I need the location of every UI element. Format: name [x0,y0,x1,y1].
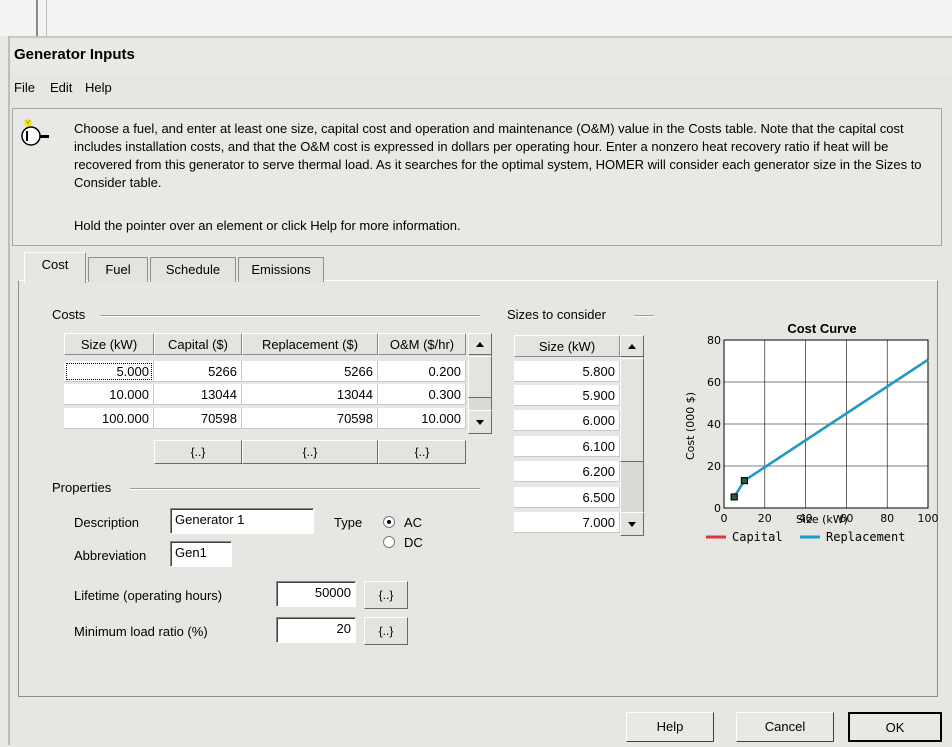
background-divider [46,0,47,36]
costs-cell[interactable]: 10.000 [64,384,154,405]
chart-legend: Capital Replacement [706,530,905,544]
tab-cost[interactable]: Cost [24,252,86,283]
menu-help[interactable]: Help [85,80,112,95]
sizes-header: Size (kW) [514,335,620,357]
legend-label: Capital [732,530,783,544]
chart-point [740,477,748,485]
tab-fuel[interactable]: Fuel [88,257,148,282]
capital-curve-button[interactable]: {..} [154,440,242,464]
menu-edit[interactable]: Edit [50,80,72,95]
lifetime-label: Lifetime (operating hours) [74,588,223,603]
type-ac-label: AC [404,515,423,530]
sizes-cell[interactable]: 6.500 [514,487,620,508]
chart-ytick-label: 40 [707,418,721,431]
costs-scroll-down-button[interactable] [468,410,492,434]
properties-divider [130,488,480,490]
window-title: Generator Inputs [14,46,135,63]
costs-header-size: Size (kW) [64,333,154,355]
abbreviation-field[interactable]: Gen1 [170,541,232,567]
costs-divider [100,315,480,317]
description-label: Description [74,515,140,530]
lifetime-field[interactable]: 50000 [276,581,356,607]
chart-xtick-label: 100 [918,512,939,525]
costs-cell[interactable]: 5266 [242,361,378,382]
abbreviation-label: Abbreviation [74,548,147,563]
sizes-cell[interactable]: 6.200 [514,461,620,482]
minload-label: Minimum load ratio (%) [74,624,208,639]
cost-curve-chart: Cost Curve 0 20 40 60 80 100020406080 Size (k… [684,321,939,544]
costs-cell[interactable]: 100.000 [64,408,154,429]
tab-emissions[interactable]: Emissions [238,257,324,282]
down-arrow-icon [628,522,636,527]
chart-plot-area: 0 20 40 60 80 100020406080 [707,334,939,525]
chart-ytick-label: 80 [707,334,721,347]
generator-icon [21,119,49,146]
ok-button[interactable]: OK [848,712,942,742]
sizes-cell[interactable]: 7.000 [514,512,620,533]
sizes-scroll-thumb[interactable] [620,358,644,462]
costs-cell[interactable]: 5.000 [64,361,154,382]
properties-group-label: Properties [52,480,112,495]
tab-schedule[interactable]: Schedule [150,257,236,282]
chart-ytick-label: 60 [707,376,721,389]
up-arrow-icon [476,342,484,347]
type-ac-radio[interactable] [383,516,395,528]
costs-cell[interactable]: 0.200 [378,361,466,382]
chart-xtick-label: 80 [880,512,894,525]
sizes-cell[interactable]: 6.000 [514,410,620,431]
background-divider [36,0,38,36]
chart-point [730,493,738,501]
costs-cell[interactable]: 13044 [242,384,378,405]
lifetime-curve-button[interactable]: {..} [364,581,408,609]
chart-title: Cost Curve [787,321,856,336]
sizes-cell[interactable]: 6.100 [514,436,620,457]
sizes-cell[interactable]: 5.800 [514,361,620,382]
costs-cell[interactable]: 70598 [242,408,378,429]
menu-file[interactable]: File [14,80,35,95]
type-label: Type [334,515,363,530]
costs-cell[interactable]: 70598 [154,408,242,429]
info-hint: Hold the pointer over an element or clic… [74,218,461,233]
chart-ytick-label: 0 [714,502,721,515]
background-window [0,0,952,36]
sizes-divider [634,315,654,317]
chart-xlabel: Size (kW) [796,513,848,526]
costs-cell[interactable]: 13044 [154,384,242,405]
costs-scroll-up-button[interactable] [468,333,492,355]
description-field[interactable]: Generator 1 [170,508,314,534]
down-arrow-icon [476,420,484,425]
costs-header-capital: Capital ($) [154,333,242,355]
om-curve-button[interactable]: {..} [378,440,466,464]
costs-cell[interactable]: 5266 [154,361,242,382]
cancel-button[interactable]: Cancel [736,712,834,742]
chart-ylabel: Cost (000 $) [684,392,697,460]
chart-ytick-label: 20 [707,460,721,473]
costs-cell[interactable]: 0.300 [378,384,466,405]
type-dc-radio[interactable] [383,536,395,548]
help-button[interactable]: Help [626,712,714,742]
sizes-scroll-up-button[interactable] [620,335,644,357]
costs-header-om: O&M ($/hr) [378,333,466,355]
legend-label: Replacement [826,530,905,544]
costs-header-replacement: Replacement ($) [242,333,378,355]
up-arrow-icon [628,344,636,349]
info-text: Choose a fuel, and enter at least one si… [74,121,922,190]
sizes-group-label: Sizes to consider [507,307,606,322]
minload-field[interactable]: 20 [276,617,356,643]
chart-xtick-label: 0 [721,512,728,525]
replacement-curve-button[interactable]: {..} [242,440,378,464]
chart-xtick-label: 20 [758,512,772,525]
costs-group-label: Costs [52,307,86,322]
costs-scroll-thumb[interactable] [468,356,492,398]
minload-curve-button[interactable]: {..} [364,617,408,645]
type-dc-label: DC [404,535,423,550]
sizes-scroll-down-button[interactable] [620,512,644,536]
title-bar [10,40,952,74]
costs-cell[interactable]: 10.000 [378,408,466,429]
sizes-cell[interactable]: 5.900 [514,385,620,406]
